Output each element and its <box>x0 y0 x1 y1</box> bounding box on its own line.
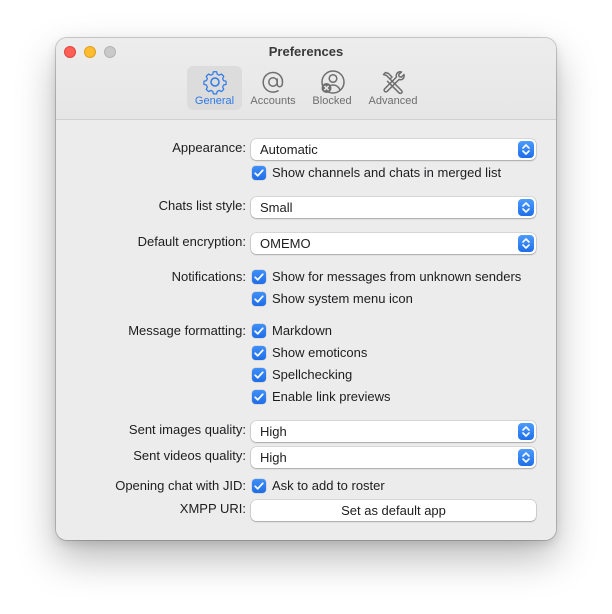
default-encryption-label: Default encryption: <box>137 234 246 249</box>
merged-list-label: Show channels and chats in merged list <box>272 165 502 180</box>
chats-list-style-select[interactable]: Small <box>251 197 536 218</box>
chevron-updown-icon <box>518 449 534 466</box>
at-sign-icon <box>244 68 302 96</box>
notifications-label: Notifications: <box>171 269 246 284</box>
sent-images-quality-select[interactable]: High <box>251 421 536 442</box>
sent-videos-quality-select[interactable]: High <box>251 447 536 468</box>
sent-videos-quality-value: High <box>260 450 287 465</box>
tab-blocked-label: Blocked <box>312 95 352 107</box>
chevron-updown-icon <box>518 141 534 158</box>
system-menu-icon-checkbox[interactable]: Show system menu icon <box>252 290 413 308</box>
spellchecking-label: Spellchecking <box>272 367 353 382</box>
ask-add-roster-label: Ask to add to roster <box>272 478 385 493</box>
markdown-label: Markdown <box>272 323 332 338</box>
appearance-select[interactable]: Automatic <box>251 139 536 160</box>
tab-general[interactable]: General <box>187 66 242 110</box>
chats-list-style-label: Chats list style: <box>158 198 246 213</box>
general-settings-panel: Appearance: Automatic Show channels and … <box>56 120 556 540</box>
opening-chat-label: Opening chat with JID: <box>115 478 246 493</box>
ask-add-roster-checkbox[interactable]: Ask to add to roster <box>252 477 385 495</box>
default-encryption-select[interactable]: OMEMO <box>251 233 536 254</box>
checkmark-icon <box>252 292 266 306</box>
tab-blocked[interactable]: Blocked <box>304 66 360 110</box>
unknown-senders-checkbox[interactable]: Show for messages from unknown senders <box>252 268 521 286</box>
emoticons-label: Show emoticons <box>272 345 368 360</box>
tab-advanced-label: Advanced <box>368 95 418 107</box>
sent-videos-quality-label: Sent videos quality: <box>133 448 246 463</box>
checkmark-icon <box>252 324 266 338</box>
emoticons-checkbox[interactable]: Show emoticons <box>252 344 367 362</box>
checkmark-icon <box>252 479 266 493</box>
sent-images-quality-value: High <box>260 424 287 439</box>
window-title: Preferences <box>268 44 344 59</box>
chevron-updown-icon <box>518 235 534 252</box>
appearance-label: Appearance: <box>172 140 246 155</box>
xmpp-uri-label: XMPP URI: <box>179 501 246 516</box>
tab-accounts[interactable]: Accounts <box>244 66 302 110</box>
checkmark-icon <box>252 368 266 382</box>
tab-general-label: General <box>194 95 235 107</box>
gear-icon <box>187 68 242 96</box>
message-formatting-label: Message formatting: <box>128 323 246 338</box>
default-encryption-value: OMEMO <box>260 236 311 251</box>
tab-accounts-label: Accounts <box>250 95 296 107</box>
system-menu-icon-label: Show system menu icon <box>272 291 413 306</box>
merged-list-checkbox[interactable]: Show channels and chats in merged list <box>252 164 501 182</box>
spellchecking-checkbox[interactable]: Spellchecking <box>252 366 352 384</box>
markdown-checkbox[interactable]: Markdown <box>252 322 332 340</box>
set-default-app-button[interactable]: Set as default app <box>251 500 536 521</box>
titlebar: Preferences General Accounts Blocked Adv… <box>56 38 556 120</box>
chats-list-style-value: Small <box>260 200 293 215</box>
unknown-senders-label: Show for messages from unknown senders <box>272 269 522 284</box>
checkmark-icon <box>252 166 266 180</box>
tools-icon <box>362 68 424 96</box>
sent-images-quality-label: Sent images quality: <box>128 422 246 437</box>
link-previews-checkbox[interactable]: Enable link previews <box>252 388 391 406</box>
appearance-value: Automatic <box>260 142 318 157</box>
tab-advanced[interactable]: Advanced <box>362 66 424 110</box>
checkmark-icon <box>252 270 266 284</box>
preferences-window: Preferences General Accounts Blocked Adv… <box>56 38 556 540</box>
blocked-user-icon <box>304 68 360 96</box>
checkmark-icon <box>252 390 266 404</box>
chevron-updown-icon <box>518 199 534 216</box>
link-previews-label: Enable link previews <box>272 389 391 404</box>
checkmark-icon <box>252 346 266 360</box>
chevron-updown-icon <box>518 423 534 440</box>
